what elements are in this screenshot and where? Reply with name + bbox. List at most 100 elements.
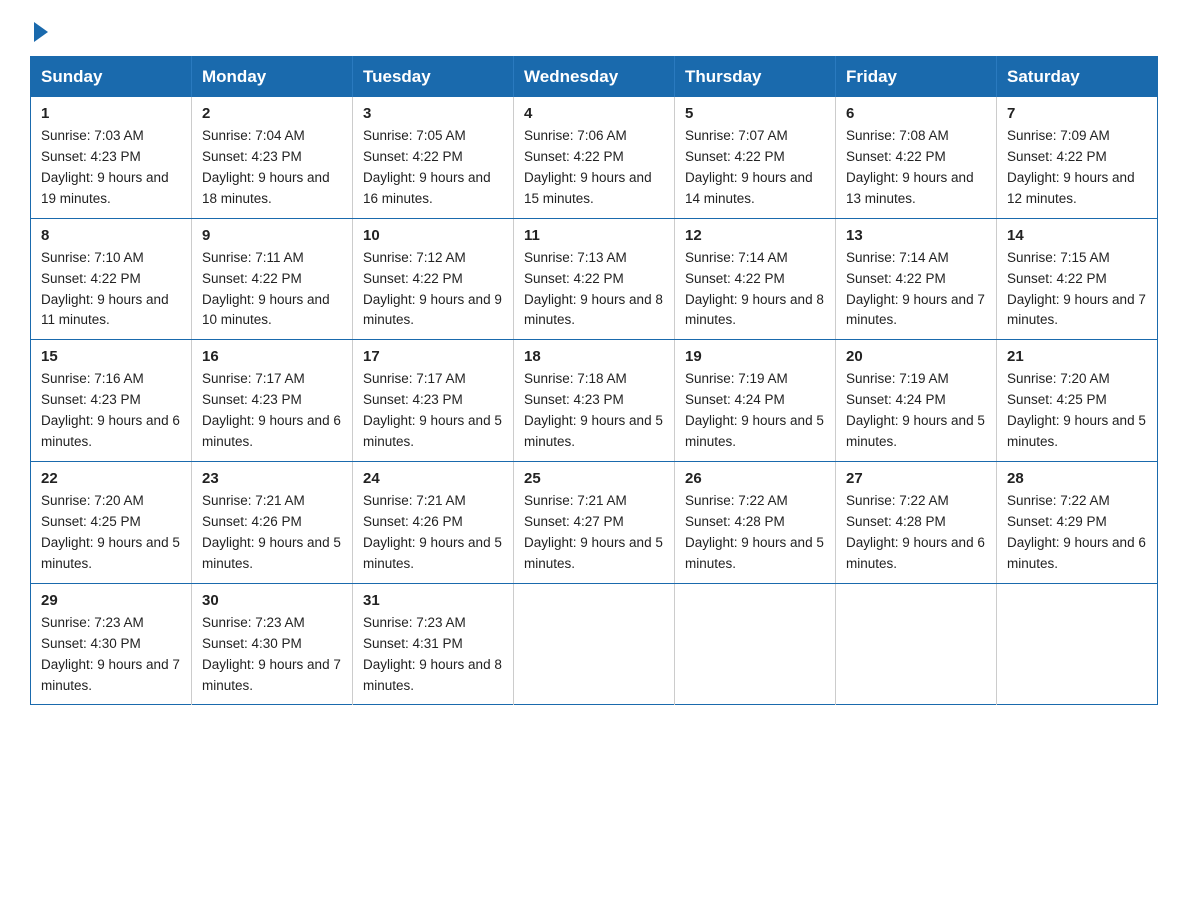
day-number: 11 xyxy=(524,227,664,244)
calendar-day-cell: 30 Sunrise: 7:23 AMSunset: 4:30 PMDaylig… xyxy=(192,583,353,705)
day-detail: Sunrise: 7:06 AMSunset: 4:22 PMDaylight:… xyxy=(524,128,652,206)
day-detail: Sunrise: 7:09 AMSunset: 4:22 PMDaylight:… xyxy=(1007,128,1135,206)
calendar-day-cell: 13 Sunrise: 7:14 AMSunset: 4:22 PMDaylig… xyxy=(836,218,997,340)
day-number: 12 xyxy=(685,227,825,244)
day-detail: Sunrise: 7:14 AMSunset: 4:22 PMDaylight:… xyxy=(685,250,824,328)
calendar-day-cell: 27 Sunrise: 7:22 AMSunset: 4:28 PMDaylig… xyxy=(836,462,997,584)
day-number: 8 xyxy=(41,227,181,244)
day-number: 9 xyxy=(202,227,342,244)
day-detail: Sunrise: 7:15 AMSunset: 4:22 PMDaylight:… xyxy=(1007,250,1146,328)
calendar-day-cell: 24 Sunrise: 7:21 AMSunset: 4:26 PMDaylig… xyxy=(353,462,514,584)
calendar-day-cell: 12 Sunrise: 7:14 AMSunset: 4:22 PMDaylig… xyxy=(675,218,836,340)
day-number: 6 xyxy=(846,105,986,122)
day-detail: Sunrise: 7:03 AMSunset: 4:23 PMDaylight:… xyxy=(41,128,169,206)
day-number: 26 xyxy=(685,470,825,487)
day-number: 25 xyxy=(524,470,664,487)
day-of-week-header: Thursday xyxy=(675,57,836,98)
calendar-day-cell: 4 Sunrise: 7:06 AMSunset: 4:22 PMDayligh… xyxy=(514,97,675,218)
day-number: 13 xyxy=(846,227,986,244)
calendar-day-cell: 17 Sunrise: 7:17 AMSunset: 4:23 PMDaylig… xyxy=(353,340,514,462)
day-number: 10 xyxy=(363,227,503,244)
calendar-day-cell: 31 Sunrise: 7:23 AMSunset: 4:31 PMDaylig… xyxy=(353,583,514,705)
day-number: 23 xyxy=(202,470,342,487)
day-of-week-header: Friday xyxy=(836,57,997,98)
day-detail: Sunrise: 7:21 AMSunset: 4:27 PMDaylight:… xyxy=(524,493,663,571)
page-header xyxy=(30,20,1158,38)
calendar-table: SundayMondayTuesdayWednesdayThursdayFrid… xyxy=(30,56,1158,705)
calendar-week-row: 22 Sunrise: 7:20 AMSunset: 4:25 PMDaylig… xyxy=(31,462,1158,584)
day-number: 2 xyxy=(202,105,342,122)
day-detail: Sunrise: 7:23 AMSunset: 4:30 PMDaylight:… xyxy=(202,615,341,693)
calendar-header-row: SundayMondayTuesdayWednesdayThursdayFrid… xyxy=(31,57,1158,98)
calendar-day-cell: 20 Sunrise: 7:19 AMSunset: 4:24 PMDaylig… xyxy=(836,340,997,462)
day-detail: Sunrise: 7:17 AMSunset: 4:23 PMDaylight:… xyxy=(202,371,341,449)
calendar-week-row: 29 Sunrise: 7:23 AMSunset: 4:30 PMDaylig… xyxy=(31,583,1158,705)
day-number: 31 xyxy=(363,592,503,609)
day-number: 27 xyxy=(846,470,986,487)
day-number: 16 xyxy=(202,348,342,365)
calendar-day-cell: 8 Sunrise: 7:10 AMSunset: 4:22 PMDayligh… xyxy=(31,218,192,340)
day-detail: Sunrise: 7:20 AMSunset: 4:25 PMDaylight:… xyxy=(1007,371,1146,449)
calendar-day-cell: 7 Sunrise: 7:09 AMSunset: 4:22 PMDayligh… xyxy=(997,97,1158,218)
logo-triangle-icon xyxy=(34,22,48,42)
calendar-week-row: 15 Sunrise: 7:16 AMSunset: 4:23 PMDaylig… xyxy=(31,340,1158,462)
day-of-week-header: Wednesday xyxy=(514,57,675,98)
day-detail: Sunrise: 7:19 AMSunset: 4:24 PMDaylight:… xyxy=(685,371,824,449)
day-detail: Sunrise: 7:19 AMSunset: 4:24 PMDaylight:… xyxy=(846,371,985,449)
day-detail: Sunrise: 7:08 AMSunset: 4:22 PMDaylight:… xyxy=(846,128,974,206)
calendar-day-cell: 16 Sunrise: 7:17 AMSunset: 4:23 PMDaylig… xyxy=(192,340,353,462)
day-of-week-header: Monday xyxy=(192,57,353,98)
day-of-week-header: Tuesday xyxy=(353,57,514,98)
calendar-day-cell: 9 Sunrise: 7:11 AMSunset: 4:22 PMDayligh… xyxy=(192,218,353,340)
day-detail: Sunrise: 7:22 AMSunset: 4:28 PMDaylight:… xyxy=(685,493,824,571)
calendar-day-cell: 10 Sunrise: 7:12 AMSunset: 4:22 PMDaylig… xyxy=(353,218,514,340)
calendar-day-cell: 5 Sunrise: 7:07 AMSunset: 4:22 PMDayligh… xyxy=(675,97,836,218)
day-number: 15 xyxy=(41,348,181,365)
calendar-day-cell: 3 Sunrise: 7:05 AMSunset: 4:22 PMDayligh… xyxy=(353,97,514,218)
day-number: 18 xyxy=(524,348,664,365)
day-number: 22 xyxy=(41,470,181,487)
day-number: 5 xyxy=(685,105,825,122)
calendar-day-cell: 11 Sunrise: 7:13 AMSunset: 4:22 PMDaylig… xyxy=(514,218,675,340)
calendar-day-cell: 29 Sunrise: 7:23 AMSunset: 4:30 PMDaylig… xyxy=(31,583,192,705)
calendar-day-cell: 19 Sunrise: 7:19 AMSunset: 4:24 PMDaylig… xyxy=(675,340,836,462)
day-detail: Sunrise: 7:05 AMSunset: 4:22 PMDaylight:… xyxy=(363,128,491,206)
day-detail: Sunrise: 7:10 AMSunset: 4:22 PMDaylight:… xyxy=(41,250,169,328)
day-detail: Sunrise: 7:12 AMSunset: 4:22 PMDaylight:… xyxy=(363,250,502,328)
day-number: 24 xyxy=(363,470,503,487)
day-number: 28 xyxy=(1007,470,1147,487)
day-number: 17 xyxy=(363,348,503,365)
calendar-week-row: 1 Sunrise: 7:03 AMSunset: 4:23 PMDayligh… xyxy=(31,97,1158,218)
day-detail: Sunrise: 7:22 AMSunset: 4:28 PMDaylight:… xyxy=(846,493,985,571)
calendar-day-cell: 2 Sunrise: 7:04 AMSunset: 4:23 PMDayligh… xyxy=(192,97,353,218)
day-number: 3 xyxy=(363,105,503,122)
calendar-day-cell xyxy=(836,583,997,705)
calendar-day-cell xyxy=(514,583,675,705)
calendar-day-cell: 15 Sunrise: 7:16 AMSunset: 4:23 PMDaylig… xyxy=(31,340,192,462)
calendar-day-cell: 26 Sunrise: 7:22 AMSunset: 4:28 PMDaylig… xyxy=(675,462,836,584)
calendar-day-cell: 14 Sunrise: 7:15 AMSunset: 4:22 PMDaylig… xyxy=(997,218,1158,340)
day-number: 19 xyxy=(685,348,825,365)
day-detail: Sunrise: 7:23 AMSunset: 4:31 PMDaylight:… xyxy=(363,615,502,693)
day-detail: Sunrise: 7:14 AMSunset: 4:22 PMDaylight:… xyxy=(846,250,985,328)
logo xyxy=(30,20,48,38)
calendar-day-cell: 22 Sunrise: 7:20 AMSunset: 4:25 PMDaylig… xyxy=(31,462,192,584)
day-number: 7 xyxy=(1007,105,1147,122)
day-of-week-header: Sunday xyxy=(31,57,192,98)
day-detail: Sunrise: 7:04 AMSunset: 4:23 PMDaylight:… xyxy=(202,128,330,206)
day-detail: Sunrise: 7:07 AMSunset: 4:22 PMDaylight:… xyxy=(685,128,813,206)
calendar-day-cell: 6 Sunrise: 7:08 AMSunset: 4:22 PMDayligh… xyxy=(836,97,997,218)
day-number: 20 xyxy=(846,348,986,365)
day-number: 1 xyxy=(41,105,181,122)
day-detail: Sunrise: 7:20 AMSunset: 4:25 PMDaylight:… xyxy=(41,493,180,571)
day-detail: Sunrise: 7:21 AMSunset: 4:26 PMDaylight:… xyxy=(363,493,502,571)
calendar-day-cell xyxy=(675,583,836,705)
day-number: 4 xyxy=(524,105,664,122)
calendar-day-cell: 23 Sunrise: 7:21 AMSunset: 4:26 PMDaylig… xyxy=(192,462,353,584)
day-number: 29 xyxy=(41,592,181,609)
day-detail: Sunrise: 7:13 AMSunset: 4:22 PMDaylight:… xyxy=(524,250,663,328)
calendar-day-cell xyxy=(997,583,1158,705)
calendar-day-cell: 25 Sunrise: 7:21 AMSunset: 4:27 PMDaylig… xyxy=(514,462,675,584)
day-detail: Sunrise: 7:16 AMSunset: 4:23 PMDaylight:… xyxy=(41,371,180,449)
calendar-day-cell: 18 Sunrise: 7:18 AMSunset: 4:23 PMDaylig… xyxy=(514,340,675,462)
